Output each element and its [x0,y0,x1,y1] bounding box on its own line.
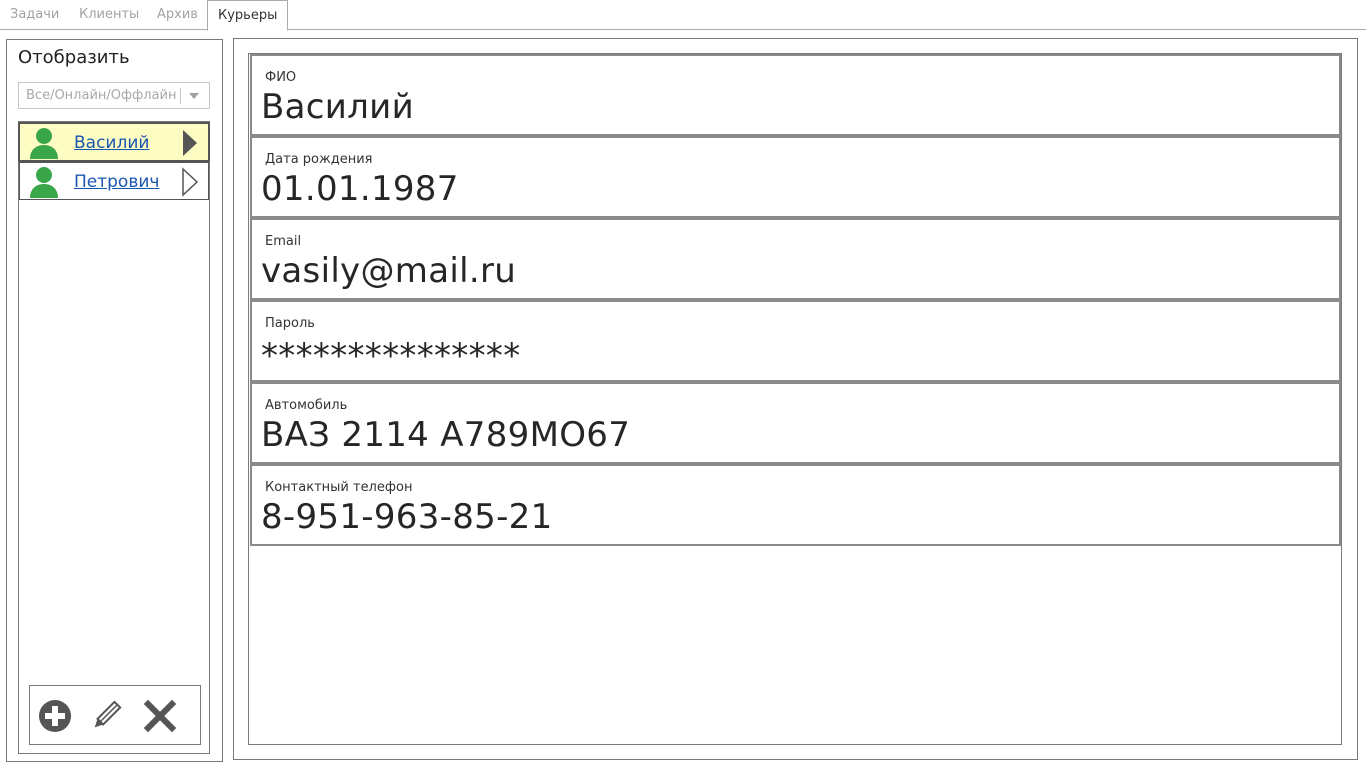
tab-couriers[interactable]: Курьеры [207,0,289,31]
app-window: Задачи Клиенты Архив Курьеры Отобразить … [0,0,1366,768]
field-email[interactable]: Email vasily@mail.ru [250,218,1341,300]
field-value[interactable]: 01.01.1987 [261,169,459,209]
field-value[interactable]: Василий [261,87,414,127]
field-label: Автомобиль [265,398,348,413]
filter-separator [180,88,181,104]
tab-tasks[interactable]: Задачи [0,0,69,30]
field-phone[interactable]: Контактный телефон 8-951-963-85-21 [250,464,1341,546]
close-icon[interactable] [142,698,178,734]
field-password[interactable]: Пароль *************** [250,300,1341,382]
play-arrow-outline-icon[interactable] [181,167,201,197]
field-birth-date[interactable]: Дата рождения 01.01.1987 [250,136,1341,218]
field-car[interactable]: Автомобиль ВАЗ 2114 А789МО67 [250,382,1341,464]
user-icon [30,167,58,198]
field-label: ФИО [265,70,297,85]
courier-list-item[interactable]: Петрович [19,162,209,200]
field-value[interactable]: *************** [261,336,521,376]
chevron-down-icon[interactable] [189,93,199,99]
field-full-name[interactable]: ФИО Василий [250,54,1341,136]
courier-list [18,121,210,754]
field-label: Дата рождения [265,152,373,167]
filter-selected-value: Все/Онлайн/Оффлайн [26,88,177,103]
courier-list-item[interactable]: Василий [18,122,210,162]
user-icon [30,128,58,159]
add-icon[interactable] [37,698,73,734]
display-filter-title: Отобразить [18,47,130,68]
field-label: Контактный телефон [265,480,413,495]
display-filter-select[interactable]: Все/Онлайн/Оффлайн [18,82,210,109]
play-arrow-icon[interactable] [181,128,201,158]
field-value[interactable]: vasily@mail.ru [261,251,516,291]
field-label: Email [265,234,302,249]
courier-name-link[interactable]: Петрович [74,172,159,192]
tab-archive[interactable]: Архив [147,0,208,30]
courier-toolbar [29,685,201,745]
field-value[interactable]: ВАЗ 2114 А789МО67 [261,415,630,455]
courier-name-link[interactable]: Василий [74,133,149,153]
pencil-icon[interactable] [88,698,124,734]
tab-clients[interactable]: Клиенты [69,0,149,30]
field-value[interactable]: 8-951-963-85-21 [261,497,553,537]
field-label: Пароль [265,316,315,331]
